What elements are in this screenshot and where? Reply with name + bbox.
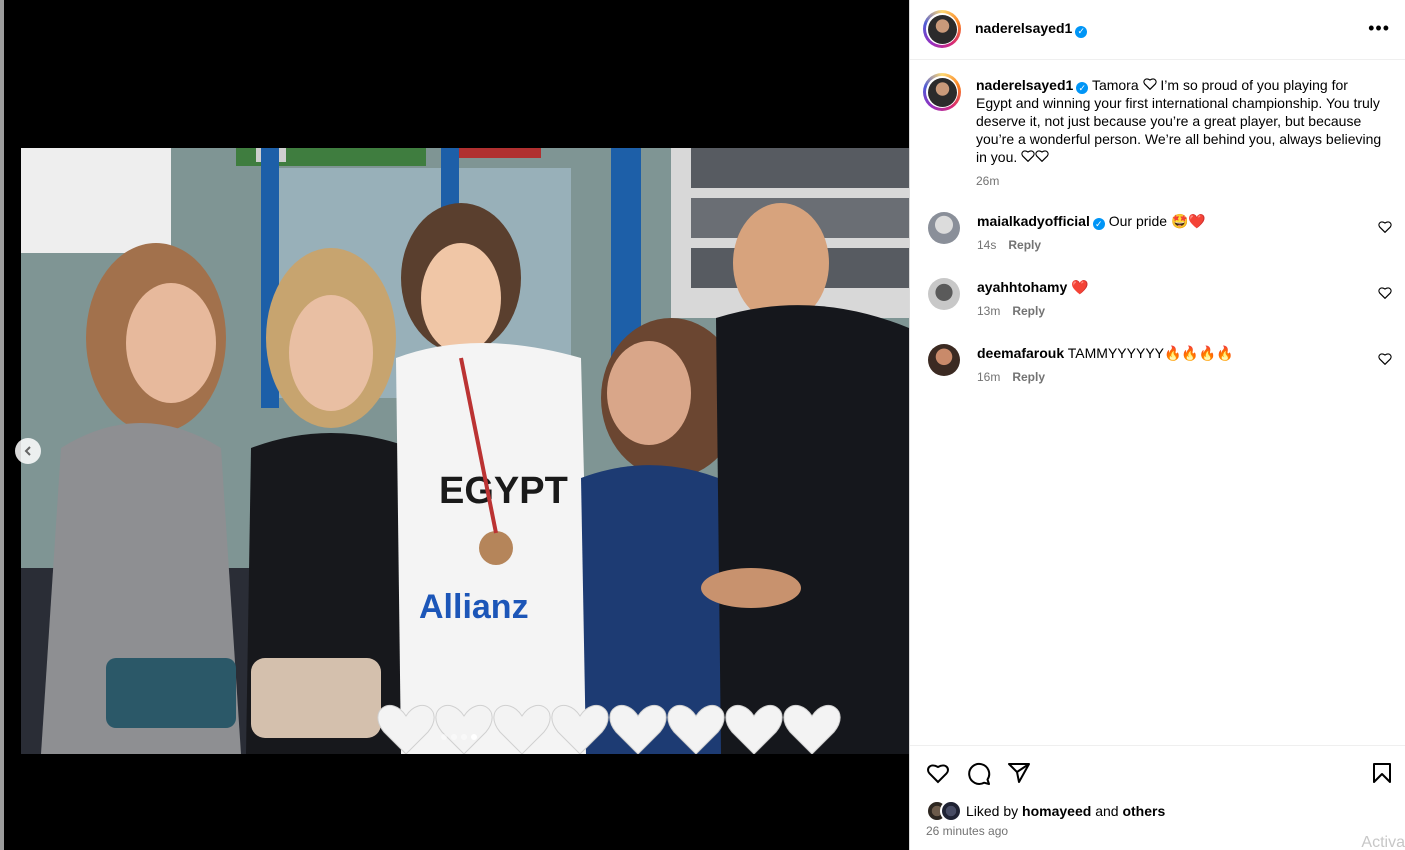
reply-button[interactable]: Reply bbox=[1012, 304, 1045, 318]
liked-by-prefix: Liked by bbox=[966, 803, 1019, 819]
media-viewer: EGYPT Allianz bbox=[4, 0, 909, 850]
carousel-dot bbox=[451, 734, 457, 740]
carousel-dot bbox=[461, 734, 467, 740]
like-comment-heart-icon[interactable] bbox=[1378, 220, 1392, 233]
windows-activation-watermark: Activa bbox=[1361, 834, 1405, 850]
caption-text-start: Tamora bbox=[1091, 77, 1143, 93]
like-comment-heart-icon[interactable] bbox=[1378, 286, 1392, 299]
like-heart-icon[interactable] bbox=[926, 762, 950, 784]
liked-by-summary: Liked by homayeed and others bbox=[926, 800, 1165, 822]
verified-badge-icon: ✓ bbox=[1076, 82, 1089, 94]
instagram-post-view: EGYPT Allianz naderelsayed1 ✓ ••• nadere… bbox=[0, 0, 1405, 850]
post-caption: naderelsayed1 ✓ Tamora I’m so proud of yo… bbox=[976, 76, 1386, 190]
commenter-username[interactable]: ayahhtohamy bbox=[977, 279, 1067, 295]
carousel-dot-active bbox=[471, 734, 477, 740]
comment-text: Our pride 🤩❤️ bbox=[1108, 213, 1206, 229]
comment-time: 13m bbox=[977, 304, 1001, 318]
author-username[interactable]: naderelsayed1 bbox=[975, 20, 1072, 36]
more-options-button[interactable]: ••• bbox=[1368, 18, 1390, 39]
commenter-username[interactable]: deemafarouk bbox=[977, 345, 1064, 361]
post-photo[interactable]: EGYPT Allianz bbox=[21, 148, 909, 754]
carousel-indicator bbox=[441, 734, 477, 740]
commenter-avatar[interactable] bbox=[928, 344, 960, 376]
verified-badge-icon: ✓ bbox=[1092, 218, 1105, 230]
reply-button[interactable]: Reply bbox=[1012, 370, 1045, 384]
reply-button[interactable]: Reply bbox=[1008, 238, 1041, 252]
comment-text: ❤️ bbox=[1071, 279, 1089, 295]
liked-by-and: and bbox=[1095, 803, 1119, 819]
comment-time: 16m bbox=[977, 370, 1001, 384]
post-side-panel: naderelsayed1 ✓ ••• naderelsayed1 ✓ Tamora… bbox=[909, 0, 1405, 850]
sponsor-text: Allianz bbox=[419, 588, 529, 626]
author-avatar[interactable] bbox=[923, 10, 961, 48]
commenter-username[interactable]: maialkadyofficial bbox=[977, 213, 1090, 229]
post-actions-bar: Liked by homayeed and others 26 minutes … bbox=[910, 745, 1405, 850]
commenter-avatar[interactable] bbox=[928, 278, 960, 310]
post-timestamp: 26 minutes ago bbox=[926, 824, 1009, 838]
save-bookmark-icon[interactable] bbox=[1372, 762, 1392, 784]
white-heart-icon bbox=[1021, 150, 1035, 163]
comment-text: TAMMYYYYYY🔥🔥🔥🔥 bbox=[1067, 345, 1234, 361]
comment-time: 14s bbox=[977, 238, 997, 252]
white-heart-icon bbox=[1035, 150, 1049, 163]
photo-illustration: EGYPT Allianz bbox=[21, 148, 909, 754]
previous-slide-button[interactable] bbox=[15, 438, 41, 464]
post-header: naderelsayed1 ✓ ••• bbox=[910, 0, 1405, 60]
liked-by-others[interactable]: others bbox=[1122, 803, 1165, 819]
white-heart-icon bbox=[1142, 78, 1157, 91]
caption-time: 26m bbox=[976, 174, 1000, 188]
jersey-text: EGYPT bbox=[439, 470, 568, 512]
chevron-left-icon bbox=[24, 446, 31, 456]
comment-bubble-icon[interactable] bbox=[967, 762, 991, 786]
commenter-avatar[interactable] bbox=[928, 212, 960, 244]
like-comment-heart-icon[interactable] bbox=[1378, 352, 1392, 365]
verified-badge-icon: ✓ bbox=[1075, 25, 1088, 38]
liker-avatar bbox=[940, 800, 962, 822]
carousel-dot bbox=[441, 734, 447, 740]
share-paper-plane-icon[interactable] bbox=[1007, 762, 1031, 784]
caption-username[interactable]: naderelsayed1 bbox=[976, 77, 1073, 93]
liked-by-user[interactable]: homayeed bbox=[1022, 803, 1091, 819]
caption-author-avatar[interactable] bbox=[923, 73, 961, 111]
